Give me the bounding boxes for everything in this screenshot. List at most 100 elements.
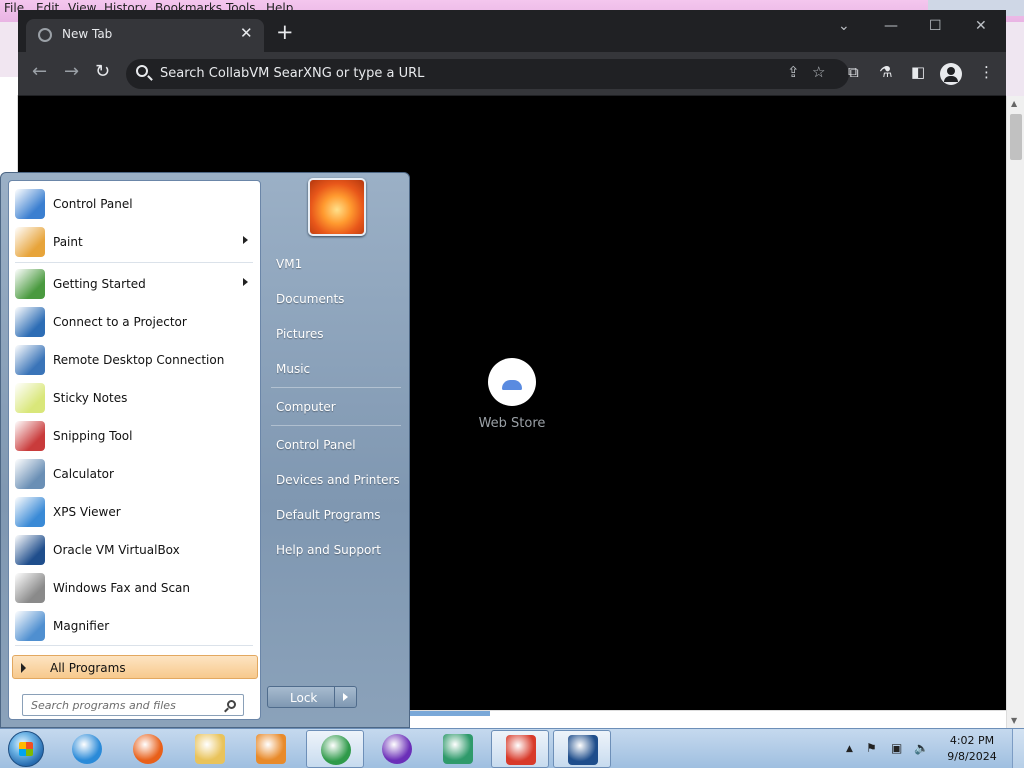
profile-avatar-icon[interactable] — [940, 63, 962, 85]
taskbar-button[interactable] — [368, 730, 426, 768]
scroll-up-icon[interactable]: ▲ — [1011, 99, 1017, 108]
program-item[interactable]: Control Panel — [11, 186, 258, 222]
tab-new-tab[interactable]: New Tab ✕ — [26, 19, 264, 52]
web-store-icon — [488, 358, 536, 406]
start-menu: Control Panel Paint Getting Started Connect… — [0, 172, 410, 728]
side-panel-icon[interactable]: ◧ — [911, 63, 925, 81]
start-button[interactable] — [8, 731, 44, 767]
clock[interactable]: 4:02 PM 9/8/2024 — [936, 733, 1008, 765]
paint-icon — [15, 227, 45, 257]
firefox-toolbar-fragment-right — [1005, 22, 1024, 97]
user-picture-avatar[interactable] — [308, 178, 366, 236]
scroll-thumb[interactable] — [1010, 114, 1022, 160]
getting-started-icon — [15, 269, 45, 299]
xps-viewer-icon — [15, 497, 45, 527]
start-right-item-label: Documents — [276, 292, 345, 306]
start-right-item[interactable]: Control Panel — [269, 430, 403, 460]
search-programs-input[interactable]: Search programs and files — [22, 694, 244, 716]
separator — [15, 645, 253, 646]
separator — [15, 262, 253, 263]
tray-chevron-icon[interactable]: ▲ — [846, 744, 853, 754]
labs-icon[interactable]: ⚗ — [879, 63, 892, 81]
taskbar-button[interactable] — [242, 730, 300, 768]
program-item[interactable]: Windows Fax and Scan — [11, 570, 258, 606]
action-center-flag-icon[interactable]: ⚑ — [866, 741, 877, 755]
network-icon[interactable]: ▣ — [891, 741, 902, 755]
sticky-notes-icon — [15, 383, 45, 413]
window-close-icon[interactable]: ✕ — [975, 18, 987, 34]
separator — [271, 425, 401, 426]
show-desktop-button[interactable] — [1012, 729, 1024, 768]
start-right-item[interactable]: Help and Support — [269, 535, 403, 565]
program-item[interactable]: XPS Viewer — [11, 494, 258, 530]
program-item[interactable]: Snipping Tool — [11, 418, 258, 454]
program-item[interactable]: Remote Desktop Connection — [11, 342, 258, 378]
start-right-item[interactable]: VM1 — [269, 249, 403, 279]
program-item[interactable]: Calculator — [11, 456, 258, 492]
taskbar-button[interactable] — [181, 730, 239, 768]
chrome-menu-icon[interactable]: ⋮ — [979, 63, 994, 81]
purple-app-icon — [382, 734, 412, 764]
shortcut-label: Web Store — [478, 416, 546, 431]
program-label: Snipping Tool — [53, 429, 133, 443]
program-item[interactable]: Getting Started — [11, 266, 258, 302]
magnifier-icon — [15, 611, 45, 641]
taskbar-button[interactable] — [491, 730, 549, 768]
taskbar-button[interactable] — [306, 730, 364, 768]
lock-button[interactable]: Lock — [267, 686, 335, 708]
start-right-item[interactable]: Music — [269, 354, 403, 384]
program-label: Paint — [53, 235, 83, 249]
explorer-folder-icon — [195, 734, 225, 764]
start-right-item[interactable]: Devices and Printers — [269, 465, 403, 495]
minimize-icon[interactable]: — — [884, 18, 898, 34]
shortcut-web-store[interactable]: Web Store — [470, 358, 554, 431]
start-right-item[interactable]: Documents — [269, 284, 403, 314]
submenu-arrow-icon[interactable] — [243, 278, 248, 286]
start-right-item-label: Music — [276, 362, 311, 376]
fax-scan-icon — [15, 573, 45, 603]
taskbar-button[interactable] — [58, 730, 116, 768]
lock-label: Lock — [290, 691, 318, 705]
extensions-icon[interactable]: ⧉ — [848, 63, 859, 81]
start-right-item[interactable]: Pictures — [269, 319, 403, 349]
scroll-down-icon[interactable]: ▼ — [1011, 716, 1017, 725]
tab-close-icon[interactable]: ✕ — [240, 24, 253, 42]
virtualbox-taskbar-icon — [568, 735, 598, 765]
search-icon — [227, 700, 236, 709]
taskbar-button[interactable] — [119, 730, 177, 768]
program-label: Calculator — [53, 467, 114, 481]
all-programs-button[interactable]: All Programs — [12, 655, 258, 679]
virtualbox-icon — [15, 535, 45, 565]
program-item[interactable]: Paint — [11, 224, 258, 260]
calculator-icon — [15, 459, 45, 489]
firefox-scrollbar[interactable]: ▲ ▼ — [1006, 96, 1024, 730]
dragon-app-icon — [443, 734, 473, 764]
tab-search-chevron-icon[interactable]: ⌄ — [838, 18, 850, 34]
taskbar-button[interactable] — [553, 730, 611, 768]
address-placeholder[interactable]: Search CollabVM SearXNG or type a URL — [160, 66, 424, 81]
taskbar-button[interactable] — [429, 730, 487, 768]
new-tab-button[interactable]: + — [276, 22, 294, 43]
forward-icon[interactable]: → — [64, 62, 79, 82]
reload-icon[interactable]: ↻ — [95, 62, 110, 82]
address-bar[interactable]: Search CollabVM SearXNG or type a URL ⇪ … — [126, 59, 849, 89]
maximize-icon[interactable]: ☐ — [929, 18, 942, 34]
back-icon[interactable]: ← — [32, 62, 47, 82]
separator — [271, 387, 401, 388]
start-right-item[interactable]: Computer — [269, 392, 403, 422]
program-label: Sticky Notes — [53, 391, 128, 405]
submenu-arrow-icon[interactable] — [243, 236, 248, 244]
program-item[interactable]: Sticky Notes — [11, 380, 258, 416]
program-item[interactable]: Connect to a Projector — [11, 304, 258, 340]
start-right-item-label: Default Programs — [276, 508, 381, 522]
volume-muted-icon[interactable]: 🔈 — [914, 741, 929, 755]
bookmark-star-icon[interactable]: ☆ — [812, 63, 825, 81]
program-item[interactable]: Magnifier — [11, 608, 258, 644]
firefox-toolbar-fragment — [0, 22, 18, 77]
shutdown-options-arrow-icon[interactable] — [335, 686, 357, 708]
program-item[interactable]: Oracle VM VirtualBox — [11, 532, 258, 568]
start-right-item-label: Control Panel — [276, 438, 356, 452]
share-icon[interactable]: ⇪ — [787, 63, 800, 81]
tab-title: New Tab — [62, 27, 113, 41]
start-right-item[interactable]: Default Programs — [269, 500, 403, 530]
